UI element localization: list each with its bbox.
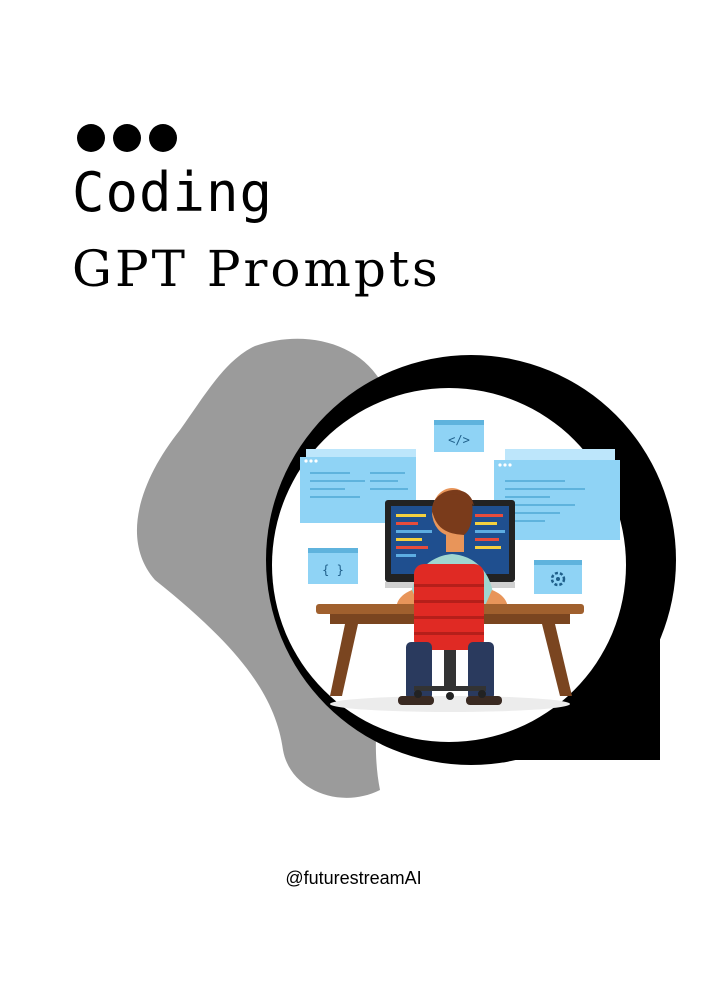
braces-window: { } [308,548,358,584]
braces-icon: { } [322,563,344,577]
title-line-1: Coding [72,161,274,224]
gear-window [534,560,582,594]
dot [113,124,141,152]
coder-illustration: </> { } [136,338,676,798]
code-tag-window: </> [434,420,484,452]
dot [77,124,105,152]
dot [149,124,177,152]
social-handle: @futurestreamAI [285,868,422,888]
title-line-2: GPT Prompts [72,240,441,298]
code-tag-icon: </> [448,433,470,447]
decorative-dots [77,124,177,152]
